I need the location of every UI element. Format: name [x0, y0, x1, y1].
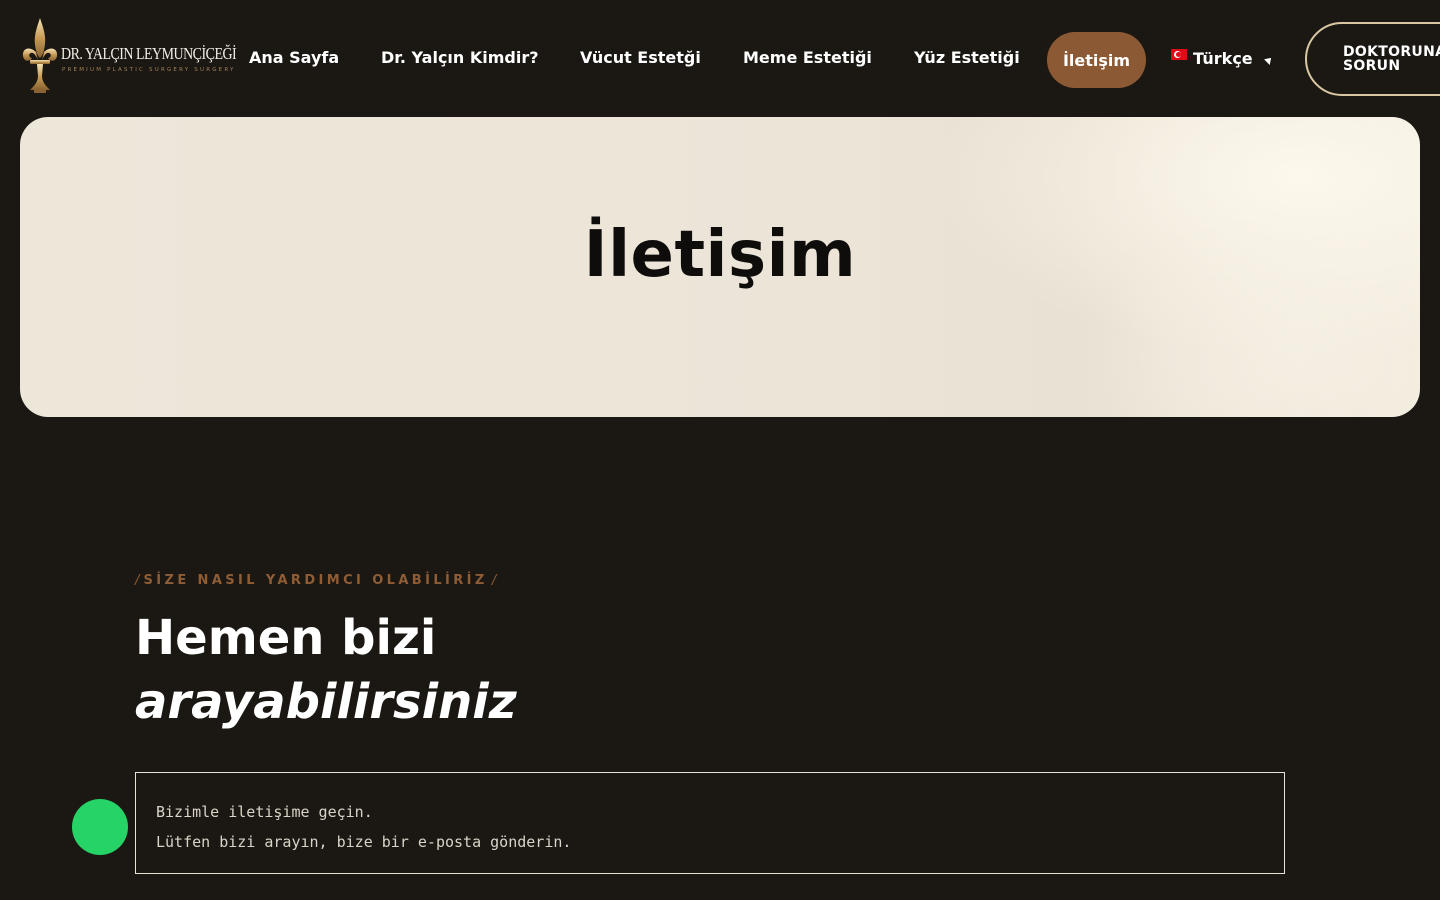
contact-box-line1: Bizimle iletişime geçin.: [156, 803, 373, 821]
fleur-de-lis-icon: [22, 18, 58, 93]
kicker-slash-left: /: [135, 573, 144, 588]
nav-item-home[interactable]: Ana Sayfa: [249, 47, 339, 69]
page-hero: İletişim: [20, 117, 1420, 417]
contact-box-line2: Lütfen bizi arayın, bize bir e-posta gön…: [156, 833, 572, 851]
turkey-flag-icon: [1171, 48, 1187, 60]
nav-item-breast-aesthetics[interactable]: Meme Estetiği: [743, 47, 872, 69]
section-heading-line2: arayabilirsiniz: [135, 674, 517, 730]
site-header: DR. YALÇIN LEYMUNÇİÇEĞİ PREMIUM PLASTIC …: [0, 0, 1440, 117]
nav-item-body-aesthetics[interactable]: Vücut Estetği: [580, 47, 701, 69]
cta-line2: SORUN: [1343, 58, 1401, 74]
nav-item-face-aesthetics[interactable]: Yüz Estetiği: [914, 47, 1020, 69]
nav-item-about[interactable]: Dr. Yalçın Kimdir?: [381, 47, 539, 69]
section-heading-line1: Hemen bizi: [135, 610, 437, 666]
whatsapp-button[interactable]: [72, 799, 128, 855]
kicker-slash-right: /: [487, 573, 497, 588]
caret-down-icon: [1263, 55, 1274, 65]
logo-name: DR. YALÇIN LEYMUNÇİÇEĞİ: [61, 44, 237, 63]
language-label: Türkçe: [1193, 48, 1253, 68]
cta-line1: DOKTORUNA: [1343, 44, 1440, 60]
section-kicker: / SİZE NASIL YARDIMCI OLABİLİRİZ /: [135, 573, 496, 588]
nav-item-contact[interactable]: İletişim: [1047, 32, 1146, 88]
logo-tagline: PREMIUM PLASTIC SURGERY SURGERY: [62, 67, 236, 73]
ask-doctor-button[interactable]: DOKTORUNA SORUN: [1305, 22, 1440, 96]
language-selector[interactable]: Türkçe: [1171, 47, 1274, 69]
contact-info-box: Bizimle iletişime geçin. Lütfen bizi ara…: [135, 772, 1285, 874]
kicker-text: SİZE NASIL YARDIMCI OLABİLİRİZ: [143, 573, 488, 588]
page-title: İletişim: [583, 218, 857, 292]
site-logo[interactable]: DR. YALÇIN LEYMUNÇİÇEĞİ PREMIUM PLASTIC …: [20, 16, 237, 98]
